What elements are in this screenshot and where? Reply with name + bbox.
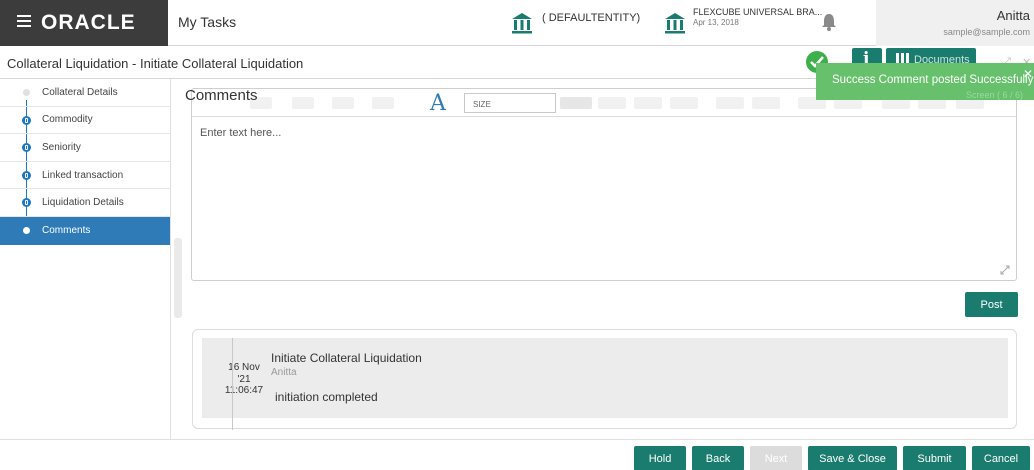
top-header: ORACLE My Tasks ( DEFAULTENTITY) FLEXCUB… (0, 0, 1034, 46)
oracle-logo: ORACLE (41, 11, 136, 34)
font-size-select[interactable]: SIZE (464, 93, 556, 113)
comments-heading: Comments (185, 87, 258, 104)
comment-date: 16 Nov (228, 362, 260, 373)
screen-counter: Screen ( 6 / 6) (966, 90, 1024, 100)
branch-date: Apr 13, 2018 (693, 18, 739, 27)
sidebar-item-seniority[interactable]: Seniority (0, 134, 170, 162)
footer-actions: Hold Back Next Save & Close Submit Cance… (0, 439, 1034, 470)
page-title: Collateral Liquidation - Initiate Collat… (7, 56, 304, 71)
step-done-icon (22, 170, 31, 180)
sidebar-item-comments[interactable]: Comments (0, 216, 170, 245)
comment-year: '21 (237, 374, 251, 385)
sidebar-item-label: Collateral Details (42, 86, 118, 98)
sidebar-item-commodity[interactable]: Commodity (0, 107, 170, 135)
resize-icon[interactable] (1000, 264, 1010, 275)
numbered-list-icon[interactable] (752, 97, 780, 109)
sidebar-scrollbar[interactable] (174, 238, 182, 318)
brand-area: ORACLE (0, 0, 168, 46)
comment-time: 11:06:47 (224, 385, 264, 396)
step-done-icon (22, 115, 31, 125)
entity-label[interactable]: ( DEFAULTENTITY) (542, 12, 640, 24)
user-email: sample@sample.com (943, 27, 1030, 37)
toast-message: Success Comment posted Successfully (832, 74, 1034, 86)
hamburger-menu-icon[interactable] (17, 15, 31, 27)
sidebar-item-label: Comments (42, 225, 91, 237)
sidebar-item-collateral-details[interactable]: Collateral Details (0, 79, 170, 107)
hold-button[interactable]: Hold (634, 446, 686, 470)
success-toast: Success Comment posted Successfully ✕ Sc… (816, 63, 1034, 100)
comment-author: Anitta (271, 367, 297, 378)
underline-icon[interactable] (332, 97, 354, 109)
sidebar-item-liquidation-details[interactable]: Liquidation Details (0, 189, 170, 217)
step-done-icon (22, 198, 31, 208)
entity-bank-icon[interactable] (511, 12, 533, 34)
comment-title: Initiate Collateral Liquidation (271, 351, 422, 365)
align-left-icon[interactable] (560, 97, 592, 109)
branch-bank-icon[interactable] (664, 12, 686, 34)
bullet-list-icon[interactable] (716, 97, 744, 109)
comment-editor[interactable]: A SIZE Enter text here... (191, 88, 1017, 281)
align-center-icon[interactable] (598, 97, 626, 109)
step-dot-icon (23, 89, 30, 96)
cancel-button[interactable]: Cancel (972, 446, 1030, 470)
bell-icon[interactable] (820, 12, 838, 32)
branch-name[interactable]: FLEXCUBE UNIVERSAL BRA... (693, 7, 822, 17)
font-color-icon[interactable]: A (430, 91, 446, 116)
save-close-button[interactable]: Save & Close (808, 446, 897, 470)
editor-placeholder[interactable]: Enter text here... (200, 127, 281, 139)
step-current-icon (23, 226, 30, 234)
sidebar-item-label: Linked transaction (42, 169, 124, 181)
app-title[interactable]: My Tasks (178, 14, 236, 30)
submit-button[interactable]: Submit (903, 446, 966, 470)
comment-text: initiation completed (275, 390, 378, 404)
post-button[interactable]: Post (965, 292, 1018, 317)
italic-icon[interactable] (292, 97, 314, 109)
date-badge: 16 Nov '21 11:06:47 (204, 352, 280, 402)
sidebar-item-linked-transaction[interactable]: Linked transaction (0, 162, 170, 190)
sidebar-item-label: Commodity (42, 114, 93, 126)
sidebar: Collateral Details Commodity Seniority L… (0, 79, 171, 439)
user-name: Anitta (996, 8, 1030, 23)
sidebar-item-label: Seniority (42, 141, 81, 153)
align-right-icon[interactable] (634, 97, 662, 109)
user-menu[interactable]: Anitta sample@sample.com (876, 0, 1034, 46)
next-button[interactable]: Next (750, 446, 802, 470)
align-justify-icon[interactable] (670, 97, 698, 109)
back-button[interactable]: Back (692, 446, 744, 470)
comment-entry: 16 Nov '21 11:06:47 Initiate Collateral … (202, 338, 1008, 418)
font-size-value: SIZE (473, 100, 491, 109)
timeline-line (232, 338, 233, 430)
strikethrough-icon[interactable] (372, 97, 394, 109)
step-done-icon (22, 143, 31, 153)
comment-history: 16 Nov '21 11:06:47 Initiate Collateral … (192, 329, 1017, 430)
sidebar-item-label: Liquidation Details (42, 197, 124, 209)
toast-close-icon[interactable]: ✕ (1023, 67, 1033, 81)
